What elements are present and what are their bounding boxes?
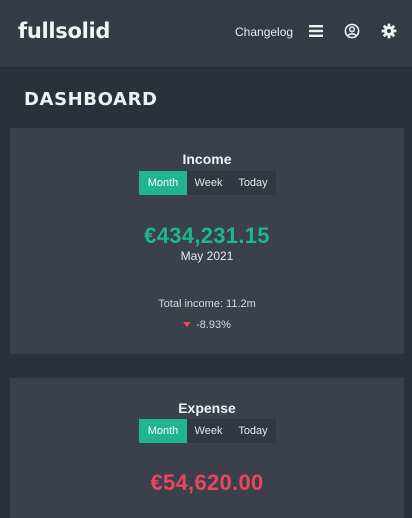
- income-period-tabs: Month Week Today: [139, 171, 276, 195]
- expense-tab-today[interactable]: Today: [230, 419, 276, 443]
- expense-card: Expense Month Week Today €54,620.00: [10, 378, 404, 518]
- income-title: Income: [182, 151, 232, 167]
- income-total: Total income: 11.2m: [158, 298, 256, 310]
- menu-icon[interactable]: [308, 23, 324, 39]
- income-change-value: -8.93%: [196, 319, 231, 331]
- income-change: -8.93%: [10, 319, 404, 331]
- income-amount: €434,231.15: [144, 223, 270, 248]
- page-title: DASHBOARD: [24, 89, 158, 110]
- top-navbar: fullsolid Changelog: [0, 0, 412, 68]
- expense-tab-month[interactable]: Month: [139, 419, 187, 443]
- caret-down-icon: [183, 321, 192, 327]
- expense-title: Expense: [178, 400, 236, 416]
- income-tab-month[interactable]: Month: [139, 171, 187, 195]
- income-period: May 2021: [180, 249, 234, 263]
- logo[interactable]: fullsolid: [18, 19, 110, 43]
- expense-period-tabs: Month Week Today: [139, 419, 276, 443]
- user-circle-icon[interactable]: [344, 23, 360, 39]
- gear-icon[interactable]: [381, 23, 397, 39]
- expense-tab-week[interactable]: Week: [187, 419, 230, 443]
- income-tab-today[interactable]: Today: [230, 171, 276, 195]
- expense-amount: €54,620.00: [150, 470, 264, 495]
- income-tab-week[interactable]: Week: [187, 171, 230, 195]
- changelog-link[interactable]: Changelog: [235, 25, 293, 39]
- income-card: Income Month Week Today €434,231.15 May …: [10, 128, 404, 354]
